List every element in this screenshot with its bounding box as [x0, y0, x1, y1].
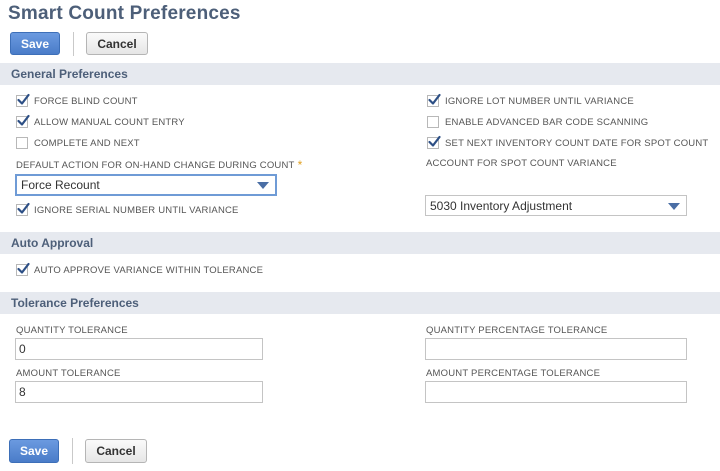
page-title: Smart Count Preferences	[8, 3, 241, 24]
force-blind-count-label: FORCE BLIND COUNT	[34, 95, 138, 107]
section-tolerance-preferences: Tolerance Preferences	[0, 292, 720, 314]
amount-tolerance-label: AMOUNT TOLERANCE	[16, 368, 121, 379]
auto-approve-label: AUTO APPROVE VARIANCE WITHIN TOLERANCE	[34, 264, 264, 276]
ignore-lot-checkbox[interactable]	[427, 93, 441, 107]
section-heading: General Preferences	[11, 67, 128, 81]
allow-manual-count-entry-checkbox[interactable]	[16, 114, 30, 128]
section-auto-approval: Auto Approval	[0, 232, 720, 254]
default-action-value: Force Recount	[21, 178, 100, 192]
ignore-lot-label: IGNORE LOT NUMBER UNTIL VARIANCE	[445, 95, 634, 107]
spot-count-account-select[interactable]: 5030 Inventory Adjustment	[425, 195, 687, 216]
section-heading: Tolerance Preferences	[11, 296, 139, 310]
complete-and-next-row: COMPLETE AND NEXT	[16, 137, 140, 149]
allow-manual-count-entry-row: ALLOW MANUAL COUNT ENTRY	[16, 114, 185, 128]
quantity-percentage-tolerance-label: QUANTITY PERCENTAGE TOLERANCE	[426, 325, 608, 336]
quantity-tolerance-label: QUANTITY TOLERANCE	[16, 325, 128, 336]
toolbar-divider	[73, 32, 74, 56]
cancel-button-bottom[interactable]: Cancel	[85, 439, 147, 463]
ignore-lot-row: IGNORE LOT NUMBER UNTIL VARIANCE	[427, 93, 634, 107]
cancel-button[interactable]: Cancel	[86, 32, 148, 55]
set-next-count-date-row: SET NEXT INVENTORY COUNT DATE FOR SPOT C…	[427, 135, 709, 149]
amount-percentage-tolerance-input[interactable]	[425, 381, 687, 403]
checkmark-icon	[428, 93, 441, 105]
save-button[interactable]: Save	[10, 32, 60, 55]
checkmark-icon	[17, 202, 30, 214]
quantity-tolerance-input[interactable]: 0	[15, 338, 263, 360]
ignore-serial-checkbox[interactable]	[16, 202, 30, 216]
enable-barcode-row: ENABLE ADVANCED BAR CODE SCANNING	[427, 116, 648, 128]
checkmark-icon	[17, 262, 30, 274]
required-asterisk: *	[297, 158, 303, 172]
default-action-select[interactable]: Force Recount	[15, 174, 277, 196]
force-blind-count-checkbox[interactable]	[16, 93, 30, 107]
default-action-label-row: DEFAULT ACTION FOR ON-HAND CHANGE DURING…	[16, 158, 302, 172]
spot-count-account-label: ACCOUNT FOR SPOT COUNT VARIANCE	[426, 158, 617, 169]
spot-count-account-value: 5030 Inventory Adjustment	[430, 198, 573, 213]
chevron-down-icon[interactable]	[668, 202, 680, 210]
complete-and-next-label: COMPLETE AND NEXT	[34, 137, 140, 149]
auto-approve-checkbox[interactable]	[16, 262, 30, 276]
amount-tolerance-input[interactable]: 8	[15, 381, 263, 403]
section-heading: Auto Approval	[11, 236, 94, 250]
default-action-label: DEFAULT ACTION FOR ON-HAND CHANGE DURING…	[16, 159, 295, 171]
enable-barcode-label: ENABLE ADVANCED BAR CODE SCANNING	[445, 116, 649, 128]
quantity-percentage-tolerance-input[interactable]	[425, 338, 687, 360]
auto-approve-row: AUTO APPROVE VARIANCE WITHIN TOLERANCE	[16, 262, 264, 276]
complete-and-next-checkbox[interactable]	[16, 137, 28, 149]
checkmark-icon	[17, 93, 30, 105]
force-blind-count-row: FORCE BLIND COUNT	[16, 93, 138, 107]
enable-barcode-checkbox[interactable]	[427, 116, 439, 128]
checkmark-icon	[428, 135, 441, 147]
toolbar-divider	[72, 438, 73, 464]
allow-manual-count-entry-label: ALLOW MANUAL COUNT ENTRY	[34, 116, 185, 128]
section-general-preferences: General Preferences	[0, 63, 720, 85]
checkmark-icon	[17, 114, 30, 126]
amount-percentage-tolerance-label: AMOUNT PERCENTAGE TOLERANCE	[426, 368, 601, 379]
chevron-down-icon[interactable]	[257, 182, 269, 189]
ignore-serial-label: IGNORE SERIAL NUMBER UNTIL VARIANCE	[34, 204, 239, 216]
set-next-count-date-checkbox[interactable]	[427, 135, 441, 149]
ignore-serial-row: IGNORE SERIAL NUMBER UNTIL VARIANCE	[16, 202, 239, 216]
save-button-bottom[interactable]: Save	[9, 439, 59, 463]
set-next-count-date-label: SET NEXT INVENTORY COUNT DATE FOR SPOT C…	[445, 137, 709, 149]
